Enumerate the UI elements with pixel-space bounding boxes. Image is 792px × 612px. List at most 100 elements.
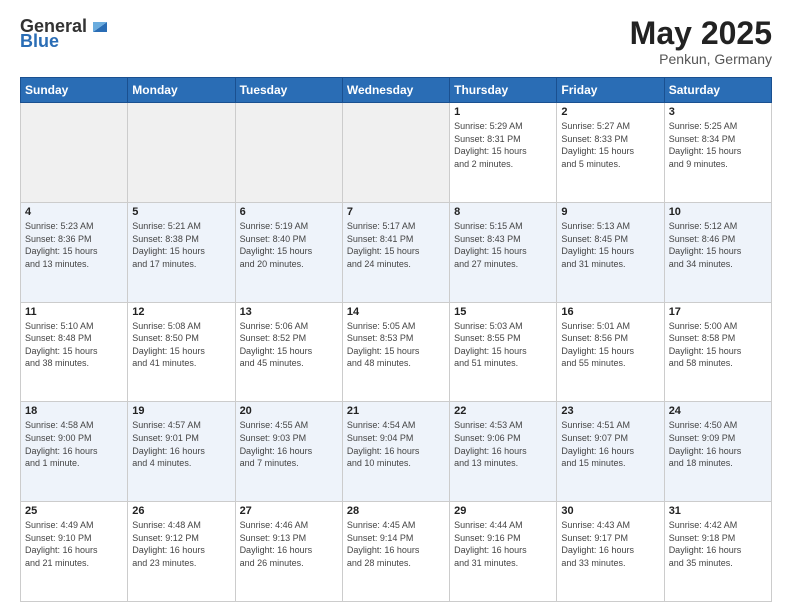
table-row: 27 Sunrise: 4:46 AM Sunset: 9:13 PM Dayli… xyxy=(235,502,342,602)
header-sunday: Sunday xyxy=(21,78,128,103)
header-friday: Friday xyxy=(557,78,664,103)
page: General Blue May 2025 Penkun, Germany Su… xyxy=(0,0,792,612)
day-number: 19 xyxy=(132,405,230,417)
day-info: Sunrise: 5:17 AM Sunset: 8:41 PM Dayligh… xyxy=(347,220,445,270)
day-info: Sunrise: 5:21 AM Sunset: 8:38 PM Dayligh… xyxy=(132,220,230,270)
location: Penkun, Germany xyxy=(630,51,772,67)
logo: General Blue xyxy=(20,16,111,52)
day-info: Sunrise: 4:55 AM Sunset: 9:03 PM Dayligh… xyxy=(240,419,338,469)
table-row: 14 Sunrise: 5:05 AM Sunset: 8:53 PM Dayli… xyxy=(342,302,449,402)
day-info: Sunrise: 4:43 AM Sunset: 9:17 PM Dayligh… xyxy=(561,519,659,569)
table-row: 31 Sunrise: 4:42 AM Sunset: 9:18 PM Dayli… xyxy=(664,502,771,602)
header-tuesday: Tuesday xyxy=(235,78,342,103)
calendar-week-row: 4 Sunrise: 5:23 AM Sunset: 8:36 PM Daylig… xyxy=(21,202,772,302)
day-number: 26 xyxy=(132,505,230,517)
table-row: 29 Sunrise: 4:44 AM Sunset: 9:16 PM Dayli… xyxy=(450,502,557,602)
day-number: 9 xyxy=(561,206,659,218)
day-number: 24 xyxy=(669,405,767,417)
day-number: 12 xyxy=(132,306,230,318)
day-number: 27 xyxy=(240,505,338,517)
day-number: 20 xyxy=(240,405,338,417)
logo-icon xyxy=(89,14,111,36)
day-number: 17 xyxy=(669,306,767,318)
table-row: 24 Sunrise: 4:50 AM Sunset: 9:09 PM Dayli… xyxy=(664,402,771,502)
table-row: 4 Sunrise: 5:23 AM Sunset: 8:36 PM Daylig… xyxy=(21,202,128,302)
day-info: Sunrise: 5:15 AM Sunset: 8:43 PM Dayligh… xyxy=(454,220,552,270)
table-row: 28Sunrise: 4:45 AM Sunset: 9:14 PM Dayli… xyxy=(342,502,449,602)
day-number: 10 xyxy=(669,206,767,218)
table-row: 20 Sunrise: 4:55 AM Sunset: 9:03 PM Dayli… xyxy=(235,402,342,502)
table-row xyxy=(342,103,449,203)
day-info: Sunrise: 4:45 AM Sunset: 9:14 PM Dayligh… xyxy=(347,519,445,569)
table-row: 2 Sunrise: 5:27 AM Sunset: 8:33 PM Daylig… xyxy=(557,103,664,203)
day-info: Sunrise: 5:27 AM Sunset: 8:33 PM Dayligh… xyxy=(561,120,659,170)
logo-blue-text: Blue xyxy=(20,31,59,52)
table-row: 10 Sunrise: 5:12 AM Sunset: 8:46 PM Dayli… xyxy=(664,202,771,302)
table-row: 15Sunrise: 5:03 AM Sunset: 8:55 PM Dayli… xyxy=(450,302,557,402)
day-info: Sunrise: 5:03 AM Sunset: 8:55 PM Dayligh… xyxy=(454,320,552,370)
table-row: 6Sunrise: 5:19 AM Sunset: 8:40 PM Daylig… xyxy=(235,202,342,302)
day-info: Sunrise: 5:01 AM Sunset: 8:56 PM Dayligh… xyxy=(561,320,659,370)
day-info: Sunrise: 4:53 AM Sunset: 9:06 PM Dayligh… xyxy=(454,419,552,469)
calendar-week-row: 18 Sunrise: 4:58 AM Sunset: 9:00 PM Dayli… xyxy=(21,402,772,502)
day-info: Sunrise: 4:50 AM Sunset: 9:09 PM Dayligh… xyxy=(669,419,767,469)
day-info: Sunrise: 5:06 AM Sunset: 8:52 PM Dayligh… xyxy=(240,320,338,370)
day-info: Sunrise: 5:10 AM Sunset: 8:48 PM Dayligh… xyxy=(25,320,123,370)
day-info: Sunrise: 5:05 AM Sunset: 8:53 PM Dayligh… xyxy=(347,320,445,370)
table-row: 21 Sunrise: 4:54 AM Sunset: 9:04 PM Dayli… xyxy=(342,402,449,502)
day-number: 16 xyxy=(561,306,659,318)
table-row: 17 Sunrise: 5:00 AM Sunset: 8:58 PM Dayli… xyxy=(664,302,771,402)
calendar-week-row: 11 Sunrise: 5:10 AM Sunset: 8:48 PM Dayli… xyxy=(21,302,772,402)
table-row: 30Sunrise: 4:43 AM Sunset: 9:17 PM Dayli… xyxy=(557,502,664,602)
day-number: 11 xyxy=(25,306,123,318)
day-info: Sunrise: 4:46 AM Sunset: 9:13 PM Dayligh… xyxy=(240,519,338,569)
day-info: Sunrise: 5:12 AM Sunset: 8:46 PM Dayligh… xyxy=(669,220,767,270)
day-info: Sunrise: 4:51 AM Sunset: 9:07 PM Dayligh… xyxy=(561,419,659,469)
table-row: 12 Sunrise: 5:08 AM Sunset: 8:50 PM Dayli… xyxy=(128,302,235,402)
table-row xyxy=(21,103,128,203)
day-number: 21 xyxy=(347,405,445,417)
calendar-table: Sunday Monday Tuesday Wednesday Thursday… xyxy=(20,77,772,602)
table-row xyxy=(128,103,235,203)
header-thursday: Thursday xyxy=(450,78,557,103)
table-row: 13 Sunrise: 5:06 AM Sunset: 8:52 PM Dayli… xyxy=(235,302,342,402)
day-number: 31 xyxy=(669,505,767,517)
day-number: 18 xyxy=(25,405,123,417)
day-number: 22 xyxy=(454,405,552,417)
day-info: Sunrise: 5:13 AM Sunset: 8:45 PM Dayligh… xyxy=(561,220,659,270)
table-row: 1Sunrise: 5:29 AM Sunset: 8:31 PM Daylig… xyxy=(450,103,557,203)
header-wednesday: Wednesday xyxy=(342,78,449,103)
day-info: Sunrise: 4:58 AM Sunset: 9:00 PM Dayligh… xyxy=(25,419,123,469)
day-number: 13 xyxy=(240,306,338,318)
day-number: 4 xyxy=(25,206,123,218)
day-number: 29 xyxy=(454,505,552,517)
header-monday: Monday xyxy=(128,78,235,103)
day-info: Sunrise: 4:49 AM Sunset: 9:10 PM Dayligh… xyxy=(25,519,123,569)
day-info: Sunrise: 5:08 AM Sunset: 8:50 PM Dayligh… xyxy=(132,320,230,370)
table-row: 3Sunrise: 5:25 AM Sunset: 8:34 PM Daylig… xyxy=(664,103,771,203)
calendar-week-row: 25Sunrise: 4:49 AM Sunset: 9:10 PM Dayli… xyxy=(21,502,772,602)
day-info: Sunrise: 4:57 AM Sunset: 9:01 PM Dayligh… xyxy=(132,419,230,469)
month-year: May 2025 xyxy=(630,16,772,51)
table-row: 5 Sunrise: 5:21 AM Sunset: 8:38 PM Daylig… xyxy=(128,202,235,302)
header: General Blue May 2025 Penkun, Germany xyxy=(20,16,772,67)
table-row: 25Sunrise: 4:49 AM Sunset: 9:10 PM Dayli… xyxy=(21,502,128,602)
table-row: 16 Sunrise: 5:01 AM Sunset: 8:56 PM Dayli… xyxy=(557,302,664,402)
day-number: 5 xyxy=(132,206,230,218)
table-row: 18 Sunrise: 4:58 AM Sunset: 9:00 PM Dayli… xyxy=(21,402,128,502)
day-info: Sunrise: 5:00 AM Sunset: 8:58 PM Dayligh… xyxy=(669,320,767,370)
day-number: 7 xyxy=(347,206,445,218)
day-info: Sunrise: 5:23 AM Sunset: 8:36 PM Dayligh… xyxy=(25,220,123,270)
table-row: 19 Sunrise: 4:57 AM Sunset: 9:01 PM Dayli… xyxy=(128,402,235,502)
table-row: 22 Sunrise: 4:53 AM Sunset: 9:06 PM Dayli… xyxy=(450,402,557,502)
day-info: Sunrise: 4:48 AM Sunset: 9:12 PM Dayligh… xyxy=(132,519,230,569)
table-row: 26 Sunrise: 4:48 AM Sunset: 9:12 PM Dayli… xyxy=(128,502,235,602)
day-info: Sunrise: 5:29 AM Sunset: 8:31 PM Dayligh… xyxy=(454,120,552,170)
day-number: 14 xyxy=(347,306,445,318)
day-info: Sunrise: 4:44 AM Sunset: 9:16 PM Dayligh… xyxy=(454,519,552,569)
day-info: Sunrise: 4:42 AM Sunset: 9:18 PM Dayligh… xyxy=(669,519,767,569)
title-area: May 2025 Penkun, Germany xyxy=(630,16,772,67)
day-number: 2 xyxy=(561,106,659,118)
table-row: 11 Sunrise: 5:10 AM Sunset: 8:48 PM Dayli… xyxy=(21,302,128,402)
day-info: Sunrise: 4:54 AM Sunset: 9:04 PM Dayligh… xyxy=(347,419,445,469)
